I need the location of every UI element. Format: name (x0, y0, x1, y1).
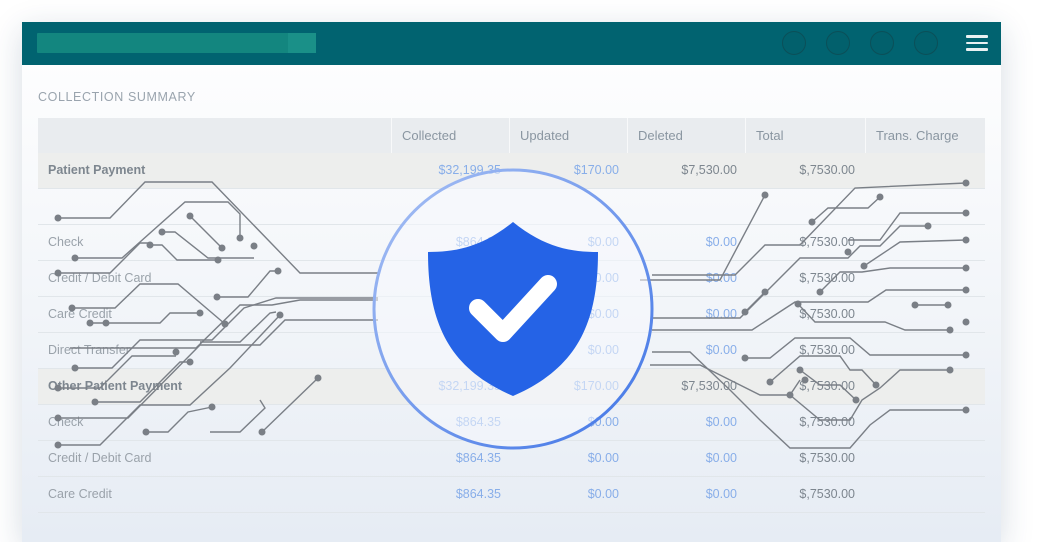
shield-badge (372, 168, 654, 450)
